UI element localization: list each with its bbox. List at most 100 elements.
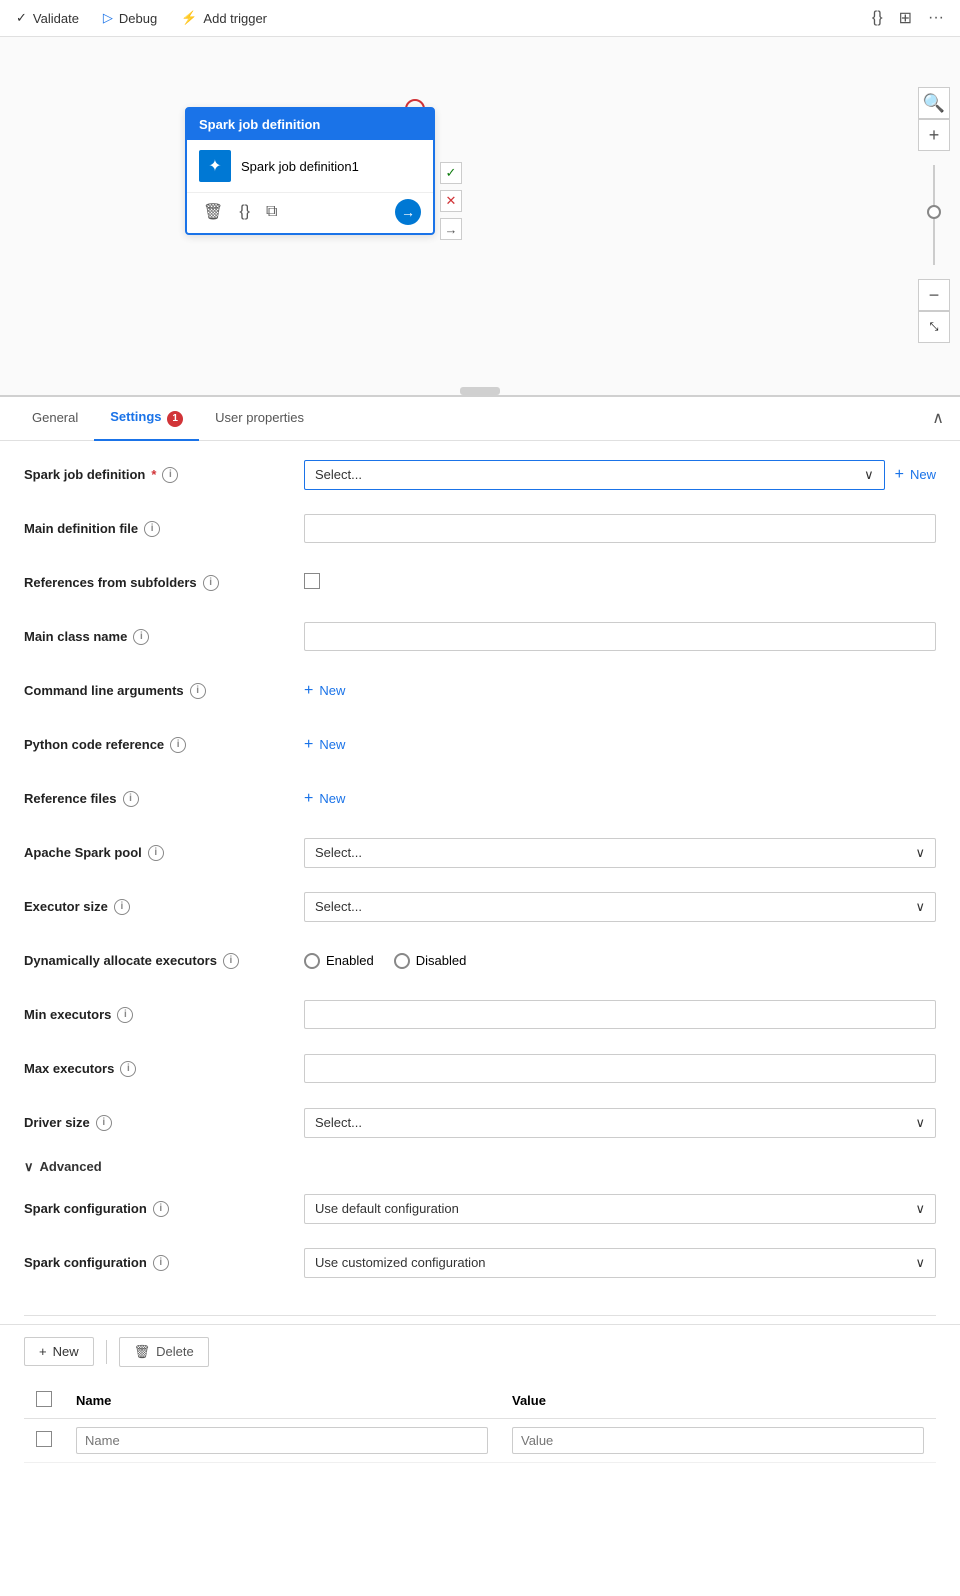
json-icon-button[interactable]: {} (872, 9, 883, 27)
select-chevron-icon: ∨ (864, 467, 874, 483)
python-code-reference-row: Python code reference i + New (24, 727, 936, 763)
executor-size-select[interactable]: Select... ∨ (304, 892, 936, 922)
spark-config-1-row: Spark configuration i Use default config… (24, 1191, 936, 1227)
settings-badge: 1 (167, 411, 183, 427)
new-kv-button[interactable]: + New (24, 1337, 94, 1366)
row-checkbox[interactable] (36, 1431, 52, 1447)
references-subfolders-checkbox[interactable] (304, 573, 320, 589)
zoom-out-button[interactable]: − (918, 279, 950, 311)
tab-user-properties[interactable]: User properties (199, 398, 320, 439)
activity-name[interactable]: Spark job definition1 (241, 159, 359, 174)
right-controls: 🔍 + − ⤡ (918, 87, 950, 343)
main-definition-file-row: Main definition file i (24, 511, 936, 547)
plus-icon: + (895, 466, 904, 484)
driver-size-row: Driver size i Select... ∨ (24, 1105, 936, 1141)
min-exec-info-icon[interactable]: i (117, 1007, 133, 1023)
select-all-checkbox[interactable] (36, 1391, 52, 1407)
spark-config-2-select[interactable]: Use customized configuration ∨ (304, 1248, 936, 1278)
required-indicator: * (151, 467, 156, 482)
delete-kv-button[interactable]: 🗑 Delete (119, 1337, 209, 1367)
python-code-reference-control: + New (304, 736, 936, 754)
spark-config-2-control: Use customized configuration ∨ (304, 1248, 936, 1278)
debug-button[interactable]: ▷ Debug (103, 10, 157, 26)
ref-files-info-icon[interactable]: i (123, 791, 139, 807)
min-executors-input[interactable] (304, 1000, 936, 1029)
delete-activity-button[interactable]: 🗑 (199, 200, 227, 224)
main-class-info-icon[interactable]: i (133, 629, 149, 645)
zoom-slider[interactable] (918, 155, 950, 275)
max-exec-info-icon[interactable]: i (120, 1061, 136, 1077)
spark-job-definition-control: Select... ∨ + New (304, 460, 936, 490)
driver-size-select[interactable]: Select... ∨ (304, 1108, 936, 1138)
zoom-in-button[interactable]: + (918, 119, 950, 151)
spark-config-2-info-icon[interactable]: i (153, 1255, 169, 1271)
collapse-panel-button[interactable]: ∧ (932, 408, 944, 428)
python-ref-new-button[interactable]: + New (304, 736, 936, 754)
enabled-radio-circle (304, 953, 320, 969)
add-trigger-button[interactable]: ⚡ Add trigger (181, 10, 267, 26)
python-ref-info-icon[interactable]: i (170, 737, 186, 753)
dyn-exec-info-icon[interactable]: i (223, 953, 239, 969)
tab-settings-label: Settings (110, 409, 161, 424)
spark-job-definition-select[interactable]: Select... ∨ (304, 460, 885, 490)
cmd-args-new-button[interactable]: + New (304, 682, 936, 700)
tab-settings[interactable]: Settings 1 (94, 397, 199, 441)
enabled-radio[interactable]: Enabled (304, 953, 374, 969)
fit-canvas-button[interactable]: ⤡ (918, 311, 950, 343)
dynamic-executors-control: Enabled Disabled (304, 953, 936, 969)
advanced-toggle[interactable]: ∨ Advanced (24, 1159, 936, 1175)
driver-size-control: Select... ∨ (304, 1108, 936, 1138)
bottom-bar: + New 🗑 Delete (0, 1324, 960, 1379)
main-class-name-input[interactable] (304, 622, 936, 651)
failure-badge[interactable]: ✕ (440, 190, 462, 212)
spark-job-def-new-button[interactable]: + New (895, 466, 936, 484)
activity-card-header: Spark job definition (187, 109, 433, 140)
panel-divider[interactable] (460, 387, 500, 395)
more-options-button[interactable]: ··· (928, 9, 944, 27)
command-line-args-control: + New (304, 682, 936, 700)
json-activity-button[interactable]: {} (235, 201, 254, 223)
card-header-title: Spark job definition (199, 117, 320, 132)
main-def-file-info-icon[interactable]: i (144, 521, 160, 537)
ref-files-new-button[interactable]: + New (304, 790, 936, 808)
disabled-radio[interactable]: Disabled (394, 953, 467, 969)
success-badge[interactable]: ✓ (440, 162, 462, 184)
enabled-radio-label: Enabled (326, 953, 374, 968)
search-canvas-button[interactable]: 🔍 (918, 87, 950, 119)
spark-pool-info-icon[interactable]: i (148, 845, 164, 861)
monitor-icon-button[interactable]: ⊞ (899, 8, 912, 28)
kv-select-all-col (24, 1383, 64, 1419)
kv-table-header-row: Name Value (24, 1383, 936, 1419)
refs-subfolders-info-icon[interactable]: i (203, 575, 219, 591)
tab-user-properties-label: User properties (215, 410, 304, 425)
executor-size-info-icon[interactable]: i (114, 899, 130, 915)
side-badges: ✓ ✕ → (440, 162, 462, 240)
dynamic-executors-row: Dynamically allocate executors i Enabled… (24, 943, 936, 979)
activity-actions: 🗑 {} ⧉ → (187, 192, 433, 233)
driver-size-info-icon[interactable]: i (96, 1115, 112, 1131)
navigate-activity-button[interactable]: → (395, 199, 421, 225)
max-executors-input[interactable] (304, 1054, 936, 1083)
validate-button[interactable]: ✓ Validate (16, 10, 79, 26)
cmd-args-info-icon[interactable]: i (190, 683, 206, 699)
row-value-input[interactable] (512, 1427, 924, 1454)
spark-config-1-info-icon[interactable]: i (153, 1201, 169, 1217)
row-name-input[interactable] (76, 1427, 488, 1454)
cmd-args-new-label: New (319, 683, 345, 698)
apache-spark-pool-select[interactable]: Select... ∨ (304, 838, 936, 868)
select-chevron-icon: ∨ (915, 845, 925, 861)
table-row (24, 1418, 936, 1462)
reference-files-control: + New (304, 790, 936, 808)
tab-general[interactable]: General (16, 398, 94, 439)
disabled-radio-circle (394, 953, 410, 969)
completion-badge[interactable]: → (440, 218, 462, 240)
spark-config-1-select[interactable]: Use default configuration ∨ (304, 1194, 936, 1224)
min-executors-row: Min executors i (24, 997, 936, 1033)
max-executors-row: Max executors i (24, 1051, 936, 1087)
clone-activity-button[interactable]: ⧉ (262, 201, 281, 223)
name-col-header: Name (64, 1383, 500, 1419)
main-definition-file-input[interactable] (304, 514, 936, 543)
zoom-thumb[interactable] (927, 205, 941, 219)
executor-size-control: Select... ∨ (304, 892, 936, 922)
spark-job-def-info-icon[interactable]: i (162, 467, 178, 483)
